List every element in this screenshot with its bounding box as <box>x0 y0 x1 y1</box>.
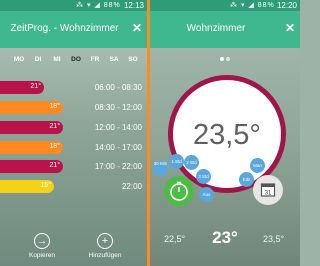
status-time: 12:20 <box>276 1 297 10</box>
arrow-right-icon: → <box>34 233 50 249</box>
higher-temperature[interactable]: 23,5° <box>263 234 284 244</box>
status-bar: ⁂ ▾ ◢ 88% 12:20 <box>150 0 300 11</box>
page-title: ZeitProg. - Wohnzimmer <box>10 23 119 34</box>
calendar-icon: 31 <box>260 183 276 197</box>
calendar-day: 31 <box>265 191 272 197</box>
add-button[interactable]: + Hinzufügen <box>80 233 130 259</box>
weekday-tabs: MO DI MI DO FR SA SO <box>0 56 147 66</box>
status-bar: ⁂ ▾ ◢ 88% 12:13 <box>0 0 147 11</box>
page-dot-active <box>220 57 224 61</box>
chip-label: Edit <box>242 177 251 182</box>
chip-label: 3 Std <box>198 174 209 179</box>
chip-label: 30 Min <box>153 161 168 166</box>
app-bar: Wohnzimmer ✕ <box>150 11 300 48</box>
edit-chip[interactable]: Edit <box>239 172 254 187</box>
lower-temperature[interactable]: 22,5° <box>164 234 185 244</box>
temperature-presets: 22,5° 23° 23,5° <box>150 228 300 250</box>
chip-label: Aus <box>202 192 211 197</box>
time-range: 17:00 - 22:00 <box>94 162 142 171</box>
target-temperature[interactable]: 23° <box>207 228 243 248</box>
time-range: 14:00 - 17:00 <box>94 143 142 152</box>
app-bar: ZeitProg. - Wohnzimmer ✕ <box>0 11 147 48</box>
close-icon[interactable]: ✕ <box>284 21 296 35</box>
calendar-button[interactable]: 31 <box>253 175 283 205</box>
plus-icon: + <box>97 233 113 249</box>
status-icons: ⁂ ▾ ◢ 88% <box>230 2 275 9</box>
status-icons: ⁂ ▾ ◢ 88% <box>76 2 121 9</box>
tab-day-mi[interactable]: MI <box>49 56 65 63</box>
copy-button[interactable]: → Kopieren <box>17 233 67 259</box>
current-temperature: 23,5° <box>192 119 262 151</box>
add-label: Hinzufügen <box>88 252 122 259</box>
time-range: 12:00 - 14:00 <box>94 123 142 132</box>
bar-temperature: 18° <box>49 103 60 110</box>
time-range: 22:00 <box>121 182 142 191</box>
tab-day-sa[interactable]: SA <box>106 56 122 63</box>
close-icon[interactable]: ✕ <box>131 21 143 35</box>
time-range: 08:30 - 12:00 <box>94 103 142 112</box>
bar-temperature: 21° <box>49 123 60 130</box>
page-indicator <box>219 48 231 66</box>
tab-day-fr[interactable]: FR <box>87 56 103 63</box>
temperature-bar: 21° <box>0 81 44 94</box>
time-range: 06:00 - 08:30 <box>94 83 142 92</box>
temperature-bar: 15° <box>0 180 54 193</box>
schedule-screen: ⁂ ▾ ◢ 88% 12:13 ZeitProg. - Wohnzimmer ✕… <box>0 0 147 266</box>
temperature-bar: 18° <box>0 101 63 114</box>
tab-day-so[interactable]: SO <box>125 56 141 63</box>
manual-chip[interactable]: Man <box>250 158 265 173</box>
temperature-dial-face: 23,5° <box>173 80 281 188</box>
timer-button[interactable] <box>164 176 194 206</box>
tab-day-mo[interactable]: MO <box>11 56 27 63</box>
boost-30-min-chip[interactable]: 30 Min <box>153 161 168 176</box>
stopwatch-icon <box>170 181 188 201</box>
bar-temperature: 15° <box>40 182 51 189</box>
chip-label: 1 Std <box>171 159 182 164</box>
copy-label: Kopieren <box>28 252 56 259</box>
temperature-bar: 21° <box>0 160 63 173</box>
tab-day-di[interactable]: DI <box>30 56 46 63</box>
status-time: 12:13 <box>123 1 144 10</box>
chip-label: Man <box>253 163 262 168</box>
boost-2-hour-chip[interactable]: 2 Std <box>184 155 199 170</box>
page-title: Wohnzimmer <box>186 23 246 34</box>
temperature-bar: 18° <box>0 141 63 154</box>
off-chip[interactable]: Aus <box>199 187 214 202</box>
chip-label: 2 Std <box>186 160 197 165</box>
boost-1-hour-chip[interactable]: 1 Std <box>169 154 184 169</box>
boost-3-hour-chip[interactable]: 3 Std <box>196 169 211 184</box>
tab-day-do[interactable]: DO <box>68 56 84 63</box>
page-dot <box>226 57 230 61</box>
bar-temperature: 21° <box>30 83 41 90</box>
temperature-bar: 21° <box>0 121 63 134</box>
bar-temperature: 21° <box>49 162 60 169</box>
thermostat-screen: ⁂ ▾ ◢ 88% 12:20 Wohnzimmer ✕ 23,5° 30 Mi… <box>150 0 300 266</box>
bar-temperature: 18° <box>49 143 60 150</box>
